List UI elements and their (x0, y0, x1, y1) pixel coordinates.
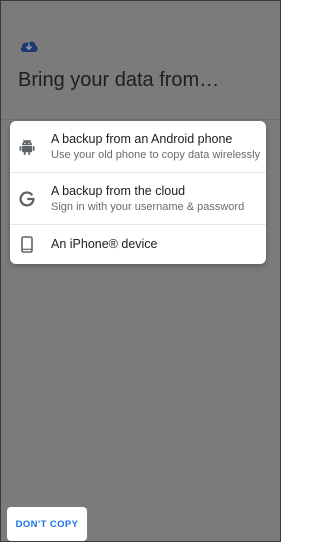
google-icon (19, 191, 35, 212)
option-label: A backup from the cloud (51, 184, 186, 198)
dont-copy-button[interactable]: DON'T COPY (7, 507, 87, 541)
option-iphone-device[interactable]: An iPhone® device (10, 225, 266, 264)
option-label: A backup from an Android phone (51, 132, 233, 146)
background-divider (1, 119, 280, 120)
phone-icon (21, 236, 33, 258)
page-title: Bring your data from… (18, 69, 220, 91)
source-options-sheet: A backup from an Android phone Use your … (10, 121, 266, 264)
option-sublabel: Use your old phone to copy data wireless… (51, 149, 261, 161)
option-android-backup[interactable]: A backup from an Android phone Use your … (10, 121, 266, 172)
option-cloud-backup[interactable]: A backup from the cloud Sign in with you… (10, 173, 266, 224)
option-label: An iPhone® device (51, 237, 158, 251)
option-sublabel: Sign in with your username & password (51, 201, 245, 213)
setup-screen: Bring your data from… A backup from an A… (0, 0, 281, 542)
android-icon (19, 138, 35, 161)
cloud-download-icon (19, 38, 39, 54)
